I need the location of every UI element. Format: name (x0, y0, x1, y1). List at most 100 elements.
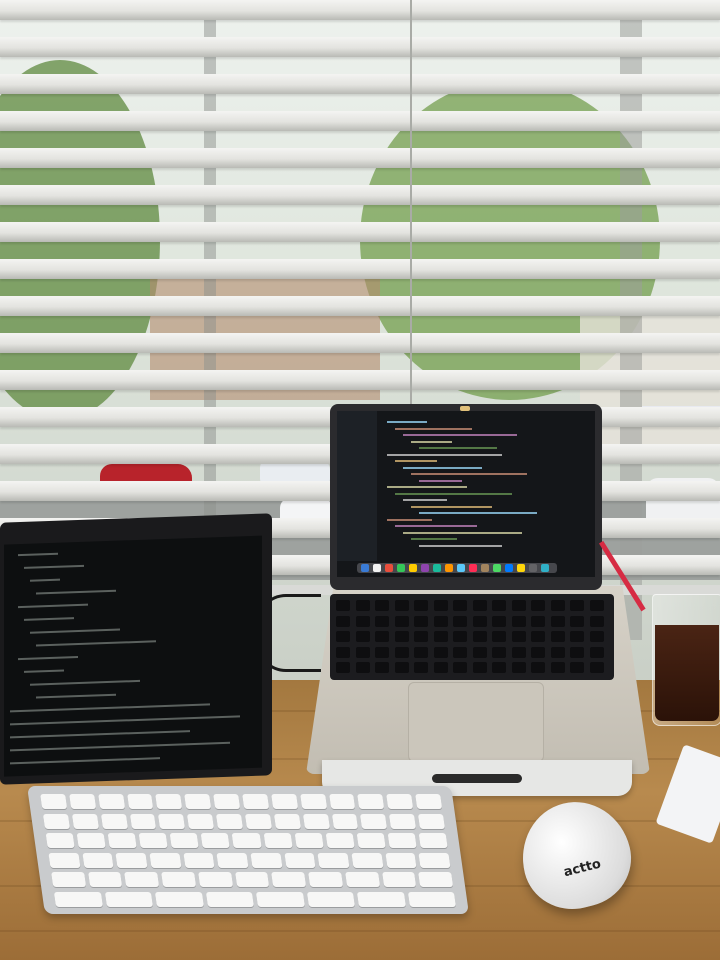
keyboard-key (270, 794, 298, 809)
laptop-key (589, 600, 604, 611)
laptop-key (414, 615, 428, 627)
keyboard-key (250, 852, 283, 868)
keyboard-key (126, 794, 154, 809)
laptop-key (472, 631, 487, 642)
laptop-key (414, 646, 428, 658)
code-line (18, 552, 58, 557)
laptop-key (433, 615, 448, 627)
keyboard-key (45, 833, 75, 848)
iced-coffee (655, 625, 719, 721)
laptop-key (570, 662, 584, 673)
keyboard-key (184, 794, 212, 809)
dock-app-icon (445, 564, 453, 572)
laptop-key (492, 615, 506, 627)
laptop-key (394, 615, 409, 627)
stand-handle-slot (432, 774, 522, 783)
blind-slat (0, 185, 720, 205)
code-line (24, 564, 84, 569)
code-line (403, 466, 482, 469)
keyboard-key (356, 833, 386, 848)
laptop-key (433, 662, 448, 673)
keyboard-key (138, 833, 169, 848)
iced-coffee-cup (652, 594, 720, 726)
keyboard-key (299, 794, 327, 809)
keyboard-key (48, 852, 81, 868)
keyboard-key (234, 872, 270, 887)
dock-app-icon (505, 564, 513, 572)
keyboard-key (328, 794, 356, 809)
laptop-key (433, 646, 448, 658)
dock-app-icon (493, 564, 501, 572)
dock-app-icon (421, 564, 429, 572)
keyboard-key (115, 852, 148, 868)
dock-app-icon (529, 564, 537, 572)
laptop-key (531, 615, 545, 627)
keyboard-key (232, 833, 262, 848)
laptop-lid (330, 404, 602, 590)
laptop-key (336, 600, 350, 611)
keyboard-key (216, 813, 243, 829)
laptop-key (355, 662, 370, 673)
laptop-key (570, 615, 584, 627)
keyboard-key (306, 891, 355, 907)
laptop-key (511, 615, 526, 627)
laptop-key (355, 600, 370, 611)
laptop-key (453, 615, 467, 627)
laptop-key (472, 600, 487, 611)
keyboard-key (154, 891, 204, 907)
code-line (419, 447, 497, 449)
code-line (403, 499, 447, 501)
laptop-key (355, 631, 370, 642)
code-line (411, 473, 527, 475)
keyboard-key (242, 794, 270, 809)
code-line (18, 603, 88, 609)
laptop-key (414, 662, 428, 673)
keyboard-key (415, 794, 443, 809)
dock-app-icon (517, 564, 525, 572)
laptop-key (394, 646, 409, 658)
code-line (411, 440, 452, 443)
blind-slat (0, 74, 720, 94)
mouse-brand-logo: actto (562, 856, 603, 881)
laptop-key (531, 600, 545, 611)
keyboard-key (331, 813, 359, 829)
laptop-key (375, 631, 389, 642)
laptop-key (433, 600, 448, 611)
external-monitor (0, 513, 272, 785)
keyboard-key (169, 833, 200, 848)
laptop-key (472, 662, 487, 673)
dock-app-icon (541, 564, 549, 572)
keyboard-key (389, 813, 417, 829)
laptop-key (550, 662, 565, 673)
code-line (395, 492, 512, 495)
laptop-key (531, 662, 545, 673)
blind-slat (0, 296, 720, 316)
laptop-key (336, 662, 350, 673)
laptop-key (472, 615, 487, 627)
wireless-keyboard (27, 786, 469, 914)
laptop-key (492, 600, 506, 611)
laptop-key (375, 662, 389, 673)
laptop-key (414, 631, 428, 642)
laptop-key (414, 600, 428, 611)
blind-slat (0, 148, 720, 168)
laptop-key (550, 615, 565, 627)
laptop-key (453, 631, 467, 642)
laptop-key (394, 600, 409, 611)
code-line (387, 453, 502, 456)
code-line (10, 741, 230, 752)
dock-app-icon (469, 564, 477, 572)
code-line (403, 434, 517, 436)
keyboard-key (124, 872, 160, 887)
code-line (419, 512, 537, 514)
code-line (395, 525, 477, 527)
laptop-key (433, 631, 448, 642)
code-line (24, 617, 74, 621)
keyboard-key (357, 794, 385, 809)
laptop-key (453, 600, 467, 611)
laptop-key (453, 662, 467, 673)
laptop-key (492, 646, 506, 658)
laptop-key (375, 600, 389, 611)
code-line (36, 640, 156, 647)
laptop-key (355, 615, 370, 627)
